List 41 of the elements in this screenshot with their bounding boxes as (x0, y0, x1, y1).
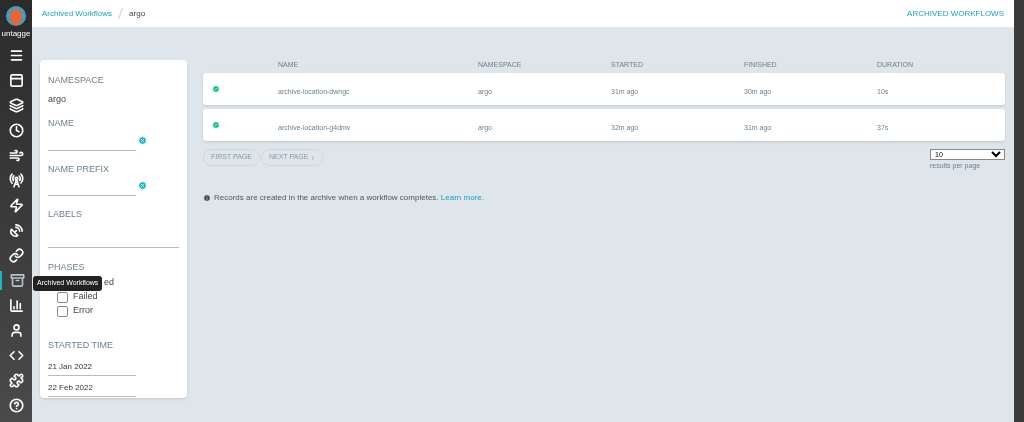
help-icon (8, 398, 24, 413)
user-icon (8, 323, 24, 338)
chevron-icon (310, 154, 317, 161)
checkbox[interactable] (57, 305, 68, 317)
antenna-icon (8, 173, 24, 188)
window-icon (8, 73, 24, 88)
link-icon (8, 248, 24, 263)
menu-icon (8, 48, 24, 63)
date-field[interactable]: 22 Feb 2022 (48, 375, 136, 397)
filter-label: PHASES (48, 260, 86, 274)
clock-icon (8, 123, 24, 138)
info-text: Records are created in the archive when a workflow completes. Learn more. (214, 191, 484, 204)
success-icon (212, 85, 220, 93)
stack-icon (8, 98, 24, 113)
filter-label: LABELS (48, 208, 84, 221)
namespace-value: argo (48, 92, 67, 106)
checkbox-label: Error (73, 304, 93, 318)
satellite-dish-icon (8, 223, 24, 238)
page-title: ARCHIVED WORKFLOWS (907, 7, 1004, 20)
wind-icon (8, 148, 24, 163)
code-icon (8, 348, 24, 363)
archive-icon (9, 273, 25, 288)
breadcrumb-current: argo (129, 7, 146, 20)
avatar-icon (5, 5, 27, 27)
checkbox[interactable] (57, 291, 68, 303)
checkbox-label: ed (104, 276, 114, 290)
checkbox-label: Failed (73, 290, 98, 304)
learn-more-link[interactable]: Learn more. (440, 192, 484, 202)
info-icon (203, 193, 211, 202)
date-field[interactable]: 21 Jan 2022 (48, 352, 136, 376)
bar-chart-icon (8, 298, 24, 313)
puzzle-icon (8, 373, 24, 388)
success-icon (212, 121, 220, 129)
user-name: untagge (1, 28, 31, 40)
filter-label: NAME PREFIX (48, 162, 110, 176)
filter-label: NAMESPACE (48, 74, 105, 87)
filter-label: NAME (48, 117, 75, 130)
breadcrumb-separator (118, 8, 124, 19)
lightning-icon (8, 198, 24, 213)
filter-label: STARTED TIME (48, 339, 114, 352)
breadcrumb-link[interactable]: Archived Workflows (42, 7, 113, 20)
